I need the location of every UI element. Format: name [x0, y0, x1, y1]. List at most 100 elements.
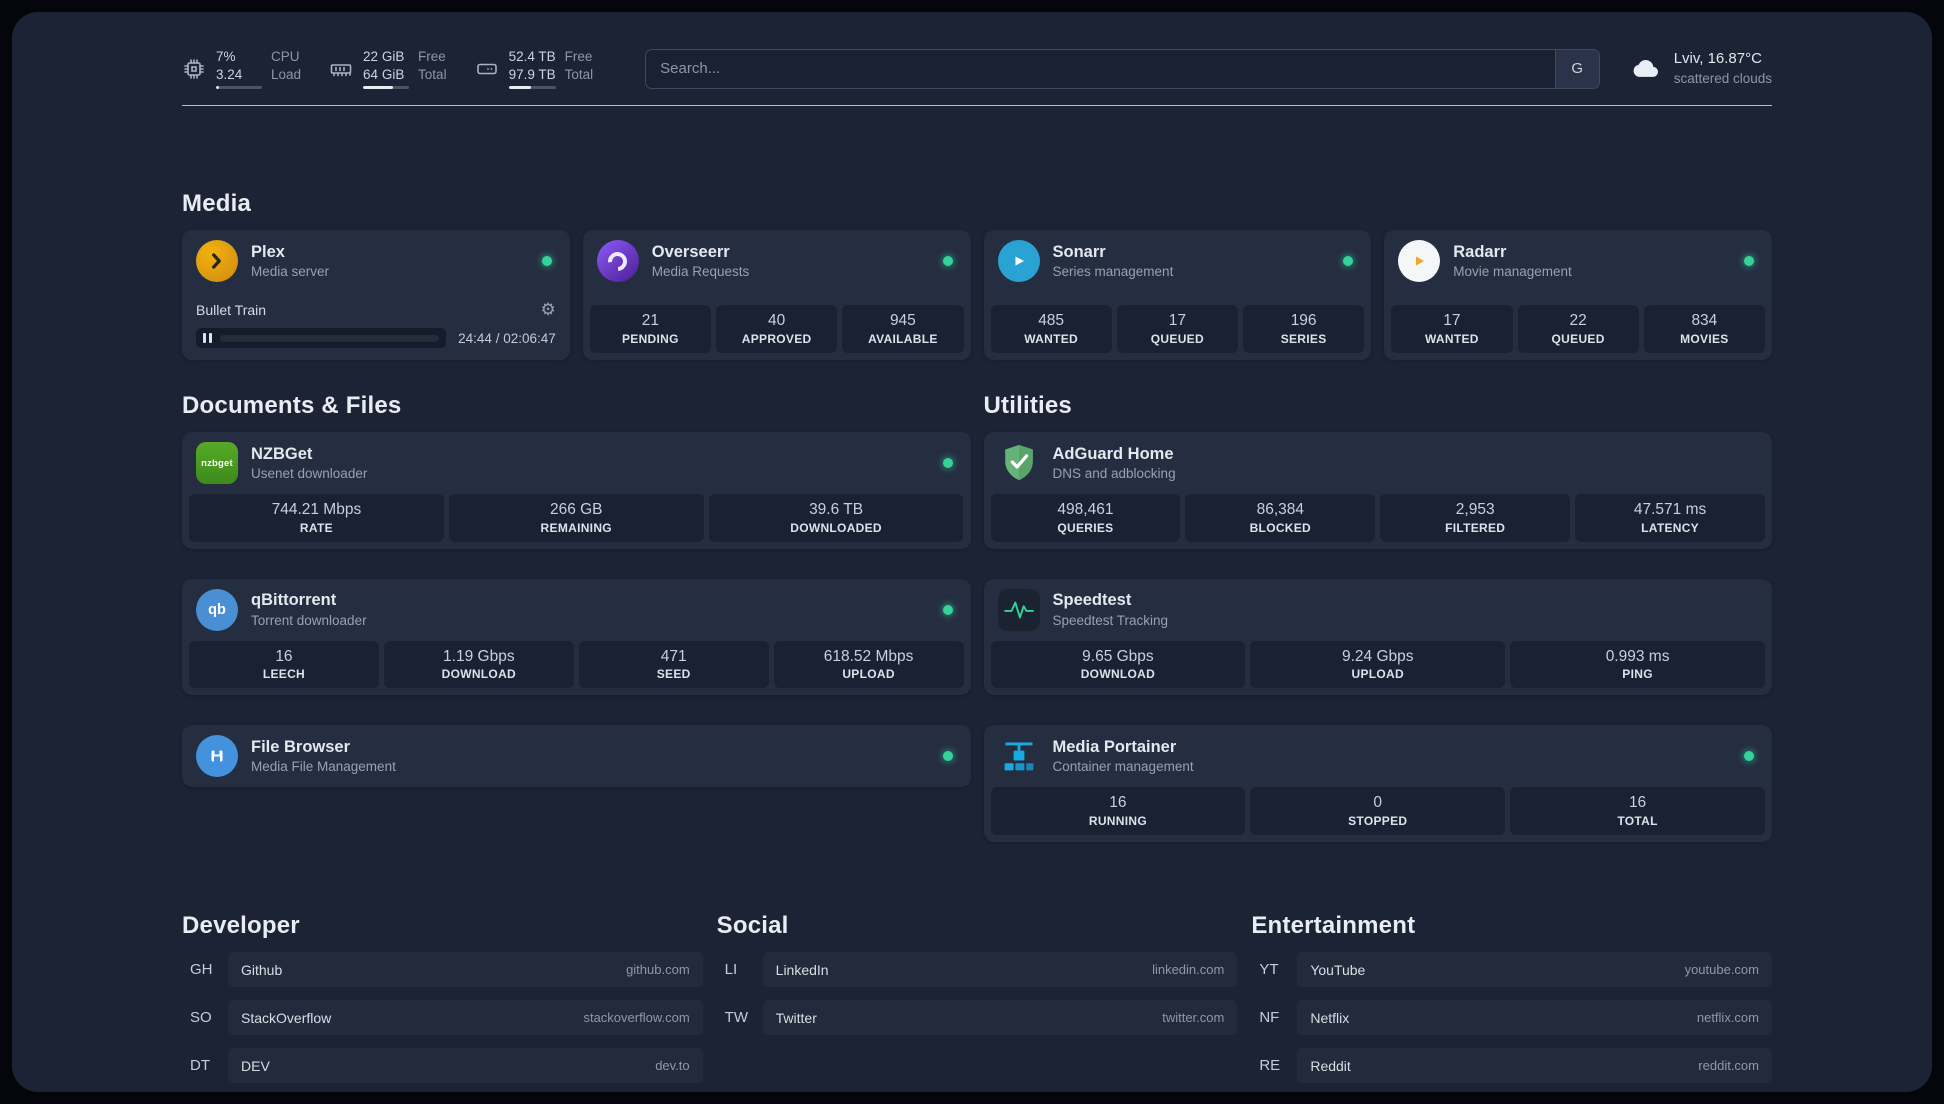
disk-total: 97.9 TB [508, 66, 556, 82]
weather-condition: scattered clouds [1673, 70, 1772, 86]
search-input[interactable] [646, 49, 1555, 88]
speedtest-icon [997, 588, 1040, 631]
stat-block: 16 LEECH [189, 640, 379, 689]
status-dot [942, 751, 953, 762]
bookmark-domain: netflix.com [1696, 1010, 1759, 1026]
now-playing-title: Bullet Train [196, 302, 267, 319]
memory-bar [363, 86, 410, 90]
stat-block: 196 SERIES [1243, 305, 1365, 354]
bookmark-linkedin[interactable]: LI LinkedIn linkedin.com [717, 952, 1238, 988]
stat-block: 2,953 FILTERED [1380, 494, 1571, 542]
service-card-plex[interactable]: Plex Media server Bullet Train ⚙ 24:44 /… [182, 230, 570, 361]
status-dot [1744, 751, 1754, 762]
stat-block: 17 WANTED [1391, 305, 1513, 354]
service-name: NZBGet [251, 444, 313, 463]
stat-block: 834 MOVIES [1643, 305, 1765, 354]
adguard-icon [998, 442, 1040, 484]
bookmark-abbr: YT [1259, 961, 1279, 979]
overseerr-icon [596, 240, 639, 283]
radarr-icon [1398, 240, 1441, 283]
service-card-nzbget[interactable]: nzbget NZBGet Usenet downloader 744.21 M… [182, 432, 971, 549]
service-card-radarr[interactable]: Radarr Movie management 17 WANTED 22 QUE… [1384, 230, 1772, 361]
service-card-speedtest[interactable]: Speedtest Speedtest Tracking 9.65 Gbps D… [983, 578, 1772, 696]
bookmark-name: LinkedIn [775, 961, 829, 978]
stat-block: 9.24 Gbps UPLOAD [1250, 640, 1506, 689]
disk-icon [476, 63, 497, 74]
weather-widget: Lviv, 16.87°C scattered clouds [1626, 49, 1772, 87]
bookmark-domain: stackoverflow.com [583, 1010, 690, 1026]
section-title-entertainment: Entertainment [1251, 912, 1416, 940]
status-dot [541, 256, 552, 267]
bookmark-abbr: RE [1259, 1057, 1281, 1075]
memory-values: 22 GiB 64 GiB [363, 48, 410, 90]
stat-block: 744.21 Mbps RATE [189, 494, 444, 542]
memory-total: 64 GiB [363, 66, 405, 82]
service-name: Sonarr [1052, 242, 1106, 261]
cpu-icon [184, 58, 204, 79]
disk-labels: Free Total [564, 49, 594, 82]
service-card-filebrowser[interactable]: File Browser Media File Management [182, 725, 971, 788]
stat-block: 17 QUEUED [1116, 305, 1238, 354]
bookmark-abbr: SO [190, 1009, 212, 1027]
bookmark-domain: linkedin.com [1152, 962, 1225, 978]
service-name: Media Portainer [1052, 737, 1177, 756]
service-name: Plex [251, 242, 285, 261]
service-subtitle: Media File Management [251, 759, 396, 775]
topbar-divider [182, 105, 1772, 107]
service-card-sonarr[interactable]: Sonarr Series management 485 WANTED 17 Q… [983, 230, 1372, 361]
plex-icon [196, 240, 238, 283]
bookmark-domain: github.com [626, 962, 690, 978]
dashboard-root: 7% 3.24 CPU Load 22 GiB 64 GiB Free Tota… [12, 12, 1932, 1092]
bookmark-youtube[interactable]: YT YouTube youtube.com [1251, 952, 1772, 988]
cpu-values: 7% 3.24 [216, 48, 262, 90]
player-progress-bar[interactable] [196, 328, 447, 349]
stat-block: 0.993 ms PING [1510, 640, 1765, 689]
section-documents: Documents & Files nzbget NZBGet Usenet d… [182, 392, 971, 842]
cpu-bar [216, 86, 262, 90]
service-subtitle: Series management [1052, 264, 1174, 280]
cpu-resource-widget: 7% 3.24 CPU Load [182, 48, 301, 90]
disk-bar [508, 86, 556, 90]
cpu-usage: 7% [216, 49, 236, 64]
stat-block: 945 AVAILABLE [842, 305, 964, 354]
memory-icon [330, 63, 352, 76]
service-card-adguard[interactable]: AdGuard Home DNS and adblocking 498,461 … [983, 432, 1772, 549]
status-dot [1343, 256, 1354, 267]
service-card-portainer[interactable]: Media Portainer Container management 16 … [983, 725, 1772, 843]
section-title-social: Social [716, 912, 789, 940]
pause-icon[interactable] [203, 333, 212, 344]
service-subtitle: DNS and adblocking [1052, 466, 1176, 482]
bookmark-twitter[interactable]: TW Twitter twitter.com [717, 1000, 1238, 1036]
sonarr-icon [997, 240, 1040, 283]
bookmark-group-social: Social LI LinkedIn linkedin.com TW Twitt… [717, 912, 1238, 1092]
stat-block: 485 WANTED [990, 305, 1112, 354]
section-title-developer: Developer [182, 912, 300, 940]
bookmark-abbr: GH [190, 961, 213, 979]
bookmark-reddit[interactable]: RE Reddit reddit.com [1251, 1048, 1772, 1084]
progress-track [220, 334, 440, 342]
disk-values: 52.4 TB 97.9 TB [508, 48, 556, 90]
bookmark-group-developer: Developer GH Github github.com SO StackO… [182, 912, 703, 1092]
section-media: Media Plex Media server Bullet Train ⚙ 2… [182, 190, 1772, 361]
service-subtitle: Media Requests [651, 264, 750, 280]
search-provider-button[interactable]: G [1554, 49, 1599, 88]
bookmark-name: YouTube [1310, 961, 1366, 978]
playback-time: 24:44 / 02:06:47 [458, 330, 556, 346]
bookmark-stackoverflow[interactable]: SO StackOverflow stackoverflow.com [182, 1000, 703, 1036]
service-subtitle: Container management [1052, 759, 1194, 775]
section-title-documents: Documents & Files [182, 392, 402, 420]
stat-block: 40 APPROVED [716, 305, 838, 354]
service-name: Overseerr [651, 242, 730, 261]
cloud-icon [1633, 59, 1658, 77]
memory-free: 22 GiB [363, 49, 405, 64]
bookmark-netflix[interactable]: NF Netflix netflix.com [1251, 1000, 1772, 1036]
bookmark-abbr: NF [1259, 1009, 1280, 1027]
bookmark-github[interactable]: GH Github github.com [182, 952, 703, 988]
service-card-overseerr[interactable]: Overseerr Media Requests 21 PENDING 40 A… [582, 230, 971, 361]
service-name: qBittorrent [251, 591, 337, 610]
service-card-qbittorrent[interactable]: qb qBittorrent Torrent downloader 16 LEE… [182, 578, 971, 696]
stat-block: 47.571 ms LATENCY [1575, 494, 1765, 542]
gear-icon[interactable]: ⚙ [541, 300, 556, 320]
bookmark-group-entertainment: Entertainment YT YouTube youtube.com NF … [1251, 912, 1772, 1092]
bookmark-dev[interactable]: DT DEV dev.to [182, 1048, 703, 1084]
